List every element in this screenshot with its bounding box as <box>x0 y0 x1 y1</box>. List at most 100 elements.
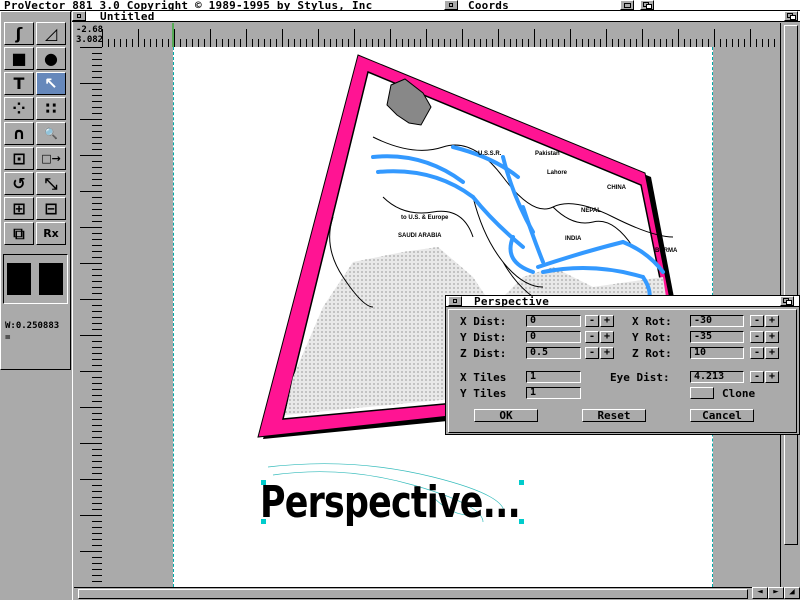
x-dist-field[interactable]: 0 <box>526 315 581 327</box>
horizontal-scroll-knob[interactable] <box>78 589 748 599</box>
text-tool-tool-button[interactable]: T <box>4 72 34 95</box>
dialog-title: Perspective <box>474 295 550 308</box>
x-dist-minus[interactable]: - <box>585 315 599 327</box>
z-dist-plus[interactable]: + <box>600 347 614 359</box>
x-dist-plus[interactable]: + <box>600 315 614 327</box>
x-rot-field[interactable]: -30 <box>690 315 744 327</box>
transform-icon: ⊡ <box>12 149 26 168</box>
move-icon: □→ <box>41 152 61 165</box>
x-rot-minus[interactable]: - <box>750 315 764 327</box>
horizontal-scrollbar[interactable] <box>74 587 780 600</box>
z-rot-field[interactable]: 10 <box>690 347 744 359</box>
rotate-icon: ↺ <box>12 174 26 193</box>
ok-button[interactable]: OK <box>474 409 538 422</box>
coords-depth-gadget[interactable] <box>640 0 654 10</box>
ruler-x-readout: -2.68 <box>76 25 104 35</box>
dialog-close-gadget[interactable] <box>448 296 462 306</box>
eye-dist-label: Eye Dist: <box>610 371 670 384</box>
ruler-y-readout: 3.082 <box>76 35 104 45</box>
transform-tool-button[interactable]: ⊡ <box>4 147 34 170</box>
clone-checkbox[interactable] <box>690 387 714 399</box>
svg-text:to U.S. & Europe: to U.S. & Europe <box>401 215 449 221</box>
pointer-icon: ↖ <box>44 74 58 93</box>
toolbox-grid: ʃ ◿ ■ ● T ↖ ⁘ ∷ ∩ 🔍 ⊡ □→ ↺ ⤡ ⊞ ⊟ ⧉ Rx <box>4 22 68 248</box>
scroll-arrows: ◄ ► ◢ <box>752 587 800 600</box>
z-rot-plus[interactable]: + <box>765 347 779 359</box>
document-titlebar[interactable]: Untitled <box>72 10 800 23</box>
eye-dist-minus[interactable]: - <box>750 371 764 383</box>
rectangle-tool-button[interactable]: ■ <box>4 47 34 70</box>
magnify-icon: 🔍 <box>44 127 58 140</box>
grid-tool-button[interactable]: ⁘ <box>4 97 34 120</box>
horizontal-ruler[interactable] <box>102 23 780 47</box>
svg-text:SAUDI ARABIA: SAUDI ARABIA <box>398 233 442 239</box>
dialog-titlebar[interactable]: Perspective <box>446 295 799 308</box>
screen-close-gadget[interactable] <box>444 0 458 10</box>
svg-text:CHINA: CHINA <box>607 185 627 191</box>
y-rot-field[interactable]: -35 <box>690 331 744 343</box>
z-dist-field[interactable]: 0.5 <box>526 347 581 359</box>
dialog-depth-gadget[interactable] <box>780 296 794 306</box>
scale-icon: ⤡ <box>44 173 58 193</box>
svg-text:NEPAL: NEPAL <box>581 208 601 214</box>
svg-text:Lahore: Lahore <box>547 170 568 176</box>
color-swatch-area <box>3 254 68 304</box>
z-dist-minus[interactable]: - <box>585 347 599 359</box>
magnet-tool-button[interactable]: ∩ <box>4 122 34 145</box>
artwork-caption: Perspective... <box>260 477 520 528</box>
z-rot-label: Z Rot: <box>632 347 672 360</box>
skew-tool-button[interactable]: ⊟ <box>36 197 66 220</box>
stroke-color-swatch[interactable] <box>39 263 63 295</box>
bezier-tool-button[interactable]: ◿ <box>36 22 66 45</box>
move-tool-button[interactable]: □→ <box>36 147 66 170</box>
z-rot-minus[interactable]: - <box>750 347 764 359</box>
z-dist-label: Z Dist: <box>460 347 507 360</box>
freehand-icon: ʃ <box>15 24 23 43</box>
magnet-icon: ∩ <box>12 124 26 143</box>
y-rot-label: Y Rot: <box>632 331 672 344</box>
points-tool-button[interactable]: ∷ <box>36 97 66 120</box>
perspective-dialog: Perspective X Dist: 0 - + X Rot: -30 - +… <box>445 295 800 435</box>
y-rot-minus[interactable]: - <box>750 331 764 343</box>
vertical-ruler[interactable] <box>74 47 102 587</box>
text-tool-icon: T <box>13 74 25 93</box>
clone-tool-button[interactable]: ⧉ <box>4 222 34 245</box>
freehand-tool-button[interactable]: ʃ <box>4 22 34 45</box>
cancel-button[interactable]: Cancel <box>690 409 754 422</box>
eye-dist-field[interactable]: 4.213 <box>690 371 744 383</box>
scroll-left-arrow[interactable]: ◄ <box>752 587 768 599</box>
y-dist-plus[interactable]: + <box>600 331 614 343</box>
vertical-scroll-knob[interactable] <box>784 25 798 545</box>
magnify-tool-button[interactable]: 🔍 <box>36 122 66 145</box>
clone-label: Clone <box>722 387 756 400</box>
scroll-right-arrow[interactable]: ► <box>768 587 784 599</box>
scale-tool-button[interactable]: ⤡ <box>36 172 66 195</box>
x-tiles-label: X Tiles <box>460 371 507 384</box>
ellipse-icon: ● <box>44 49 58 68</box>
rx-tool-button[interactable]: Rx <box>36 222 66 245</box>
svg-text:U.S.S.R.: U.S.S.R. <box>478 151 502 157</box>
rotate-tool-button[interactable]: ↺ <box>4 172 34 195</box>
pointer-tool-button[interactable]: ↖ <box>36 72 66 95</box>
x-dist-label: X Dist: <box>460 315 507 328</box>
ellipse-tool-button[interactable]: ● <box>36 47 66 70</box>
resize-gadget[interactable]: ◢ <box>784 587 800 599</box>
coords-zoom-gadget[interactable] <box>620 0 634 10</box>
y-dist-field[interactable]: 0 <box>526 331 581 343</box>
distort-icon: ⊞ <box>12 199 26 218</box>
y-tiles-field[interactable]: 1 <box>526 387 581 399</box>
x-tiles-field[interactable]: 1 <box>526 371 581 383</box>
fill-color-swatch[interactable] <box>7 263 31 295</box>
clone-icon: ⧉ <box>13 223 25 243</box>
document-depth-gadget[interactable] <box>784 11 798 21</box>
distort-tool-button[interactable]: ⊞ <box>4 197 34 220</box>
document-close-gadget[interactable] <box>72 11 86 21</box>
svg-text:BURMA: BURMA <box>655 248 678 254</box>
eye-dist-plus[interactable]: + <box>765 371 779 383</box>
x-rot-plus[interactable]: + <box>765 315 779 327</box>
y-dist-minus[interactable]: - <box>585 331 599 343</box>
width-readout: W:0.250883 <box>5 321 60 331</box>
reset-button[interactable]: Reset <box>582 409 646 422</box>
x-rot-label: X Rot: <box>632 315 672 328</box>
y-rot-plus[interactable]: + <box>765 331 779 343</box>
